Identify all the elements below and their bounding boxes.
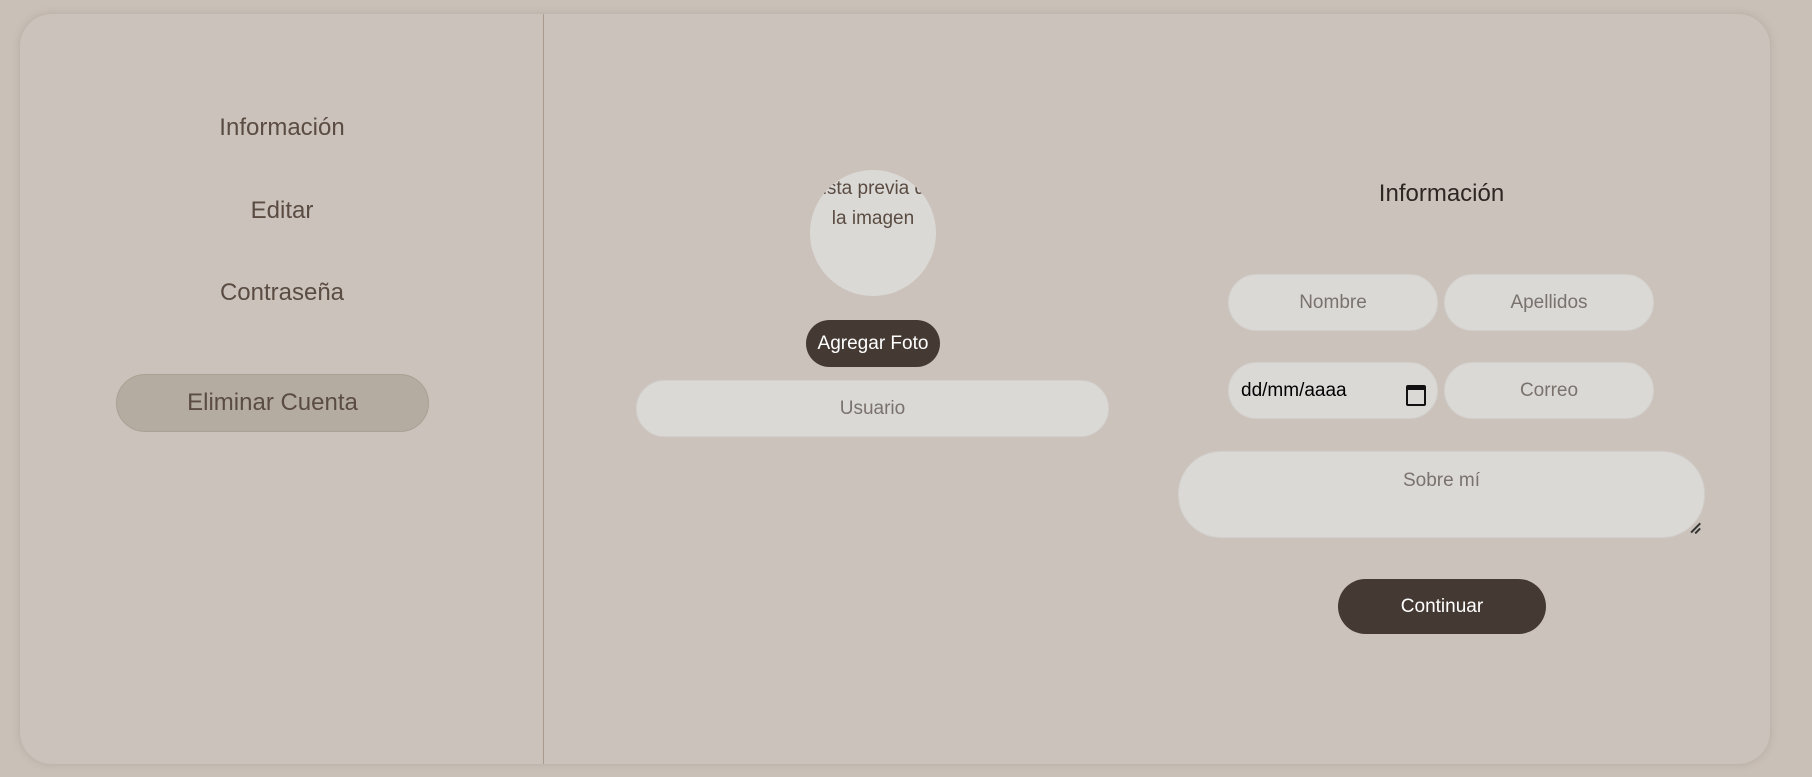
email-input[interactable]: Correo [1444,362,1654,419]
calendar-icon[interactable] [1405,382,1426,406]
avatar-preview: Vista previa de la imagen [810,170,936,296]
first-name-input[interactable]: Nombre [1228,274,1438,331]
resize-handle-icon[interactable] [1688,521,1700,533]
profile-card: Información Editar Contraseña Eliminar C… [20,14,1770,764]
continue-button[interactable]: Continuar [1338,579,1546,634]
sidebar-item-contrasena[interactable]: Contraseña [20,279,544,307]
about-me-placeholder: Sobre mí [1402,470,1481,491]
add-photo-button[interactable]: Agregar Foto [806,320,940,367]
birthdate-input[interactable]: dd/mm/aaaa [1228,362,1438,419]
sidebar: Información Editar Contraseña Eliminar C… [20,14,544,764]
delete-account-button[interactable]: Eliminar Cuenta [116,374,429,432]
date-input-text: dd/mm/aaaa [1241,379,1347,401]
username-input[interactable]: Usuario [636,380,1109,437]
form-title: Información [1378,180,1505,207]
avatar-alt-text: Vista previa de la imagen [810,178,936,229]
last-name-input[interactable]: Apellidos [1444,274,1654,331]
sidebar-item-editar[interactable]: Editar [20,197,544,225]
about-me-textarea[interactable]: Sobre mí [1178,451,1705,538]
sidebar-item-informacion[interactable]: Información [20,114,544,142]
